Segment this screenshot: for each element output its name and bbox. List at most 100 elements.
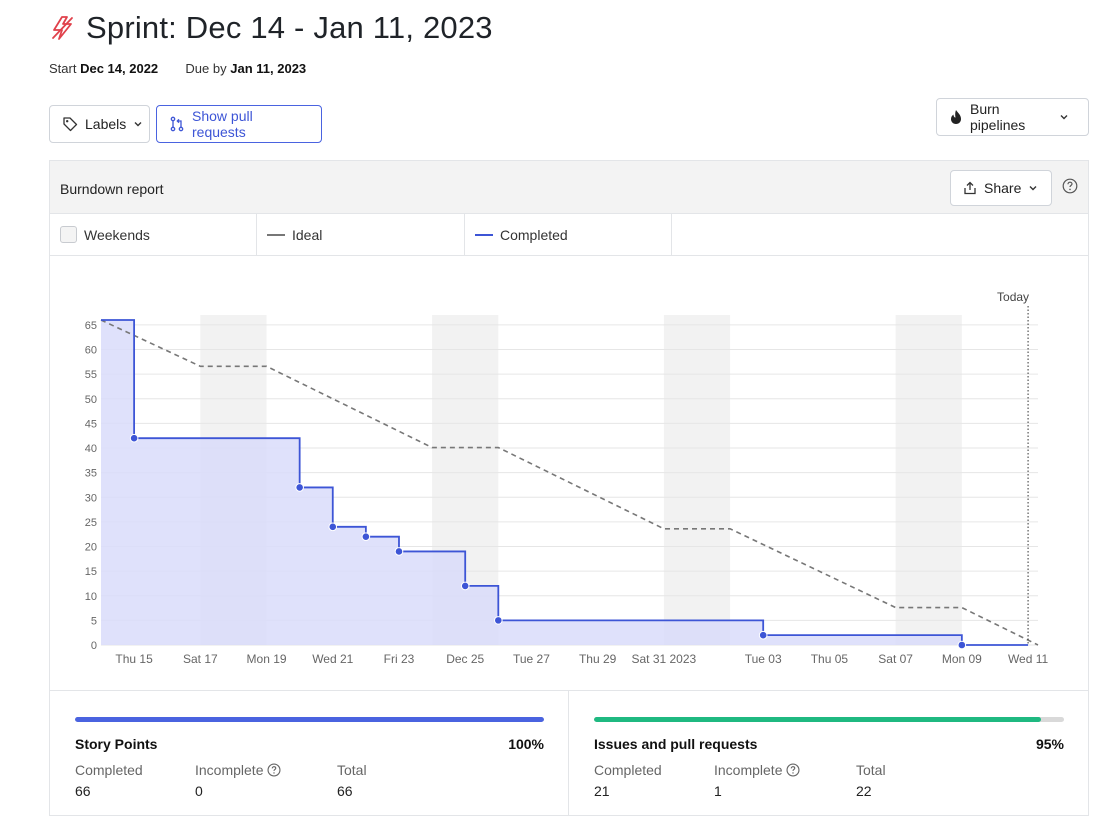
page-title: Sprint: Dec 14 - Jan 11, 2023 [86,10,493,45]
x-tick-label: Tue 27 [513,652,550,666]
y-tick-label: 65 [85,320,97,332]
issues-incomplete-label: Incomplete [714,762,783,778]
y-tick-label: 0 [91,640,97,652]
issues-incomplete: Incomplete [714,762,801,778]
chevron-down-icon [134,122,142,127]
legend-completed[interactable]: Completed [465,214,672,255]
x-tick-label: Mon 09 [942,652,982,666]
share-icon [964,181,976,195]
issues-incomplete-value: 1 [714,783,722,799]
pull-request-icon [170,116,184,132]
completed-point [328,522,338,532]
story-points-incomplete: Incomplete [195,762,282,778]
completed-point [361,532,371,541]
chevron-down-icon [1060,115,1068,120]
y-tick-label: 35 [85,468,97,480]
lightning-icon [50,15,76,41]
y-tick-label: 5 [91,615,97,627]
start-date: Dec 14, 2022 [80,61,159,76]
share-button[interactable]: Share [950,170,1052,206]
completed-swatch [475,233,493,236]
chevron-down-icon [1029,186,1037,191]
story-points-incomplete-value: 0 [195,783,203,799]
tag-icon [63,117,78,132]
summary-stats: Story Points 100% Completed Incomplete T… [50,690,1088,816]
due-label: Due by [185,61,227,76]
story-points-progress [75,717,544,722]
legend-completed-label: Completed [500,226,568,243]
x-tick-label: Dec 25 [446,652,484,666]
legend-ideal[interactable]: Ideal [257,214,465,255]
panel-header: Burndown report Share [50,161,1088,214]
story-points-completed-value: 66 [75,783,91,799]
story-points-progress-fill [75,717,544,722]
x-tick-label: Wed 21 [312,652,353,666]
issues-completed-label: Completed [594,762,662,778]
page-header: Sprint: Dec 14 - Jan 11, 2023 [50,8,493,48]
completed-point [295,483,304,492]
issues-completed-value: 21 [594,783,610,799]
labels-button[interactable]: Labels [49,105,150,143]
start-label: Start [49,61,77,76]
story-points-total-label: Total [337,762,367,778]
sprint-dates: Start Dec 14, 2022 Due by Jan 11, 2023 [49,61,306,76]
help-icon[interactable] [1062,178,1078,194]
story-points-total-value: 66 [337,783,353,799]
flame-icon [951,110,961,124]
y-tick-label: 10 [85,591,97,603]
legend-ideal-label: Ideal [292,226,323,243]
share-label: Share [984,180,1022,196]
completed-point [957,640,967,650]
issues-card: Issues and pull requests 95% Completed I… [569,691,1088,816]
x-tick-label: Thu 15 [115,652,153,666]
issues-title: Issues and pull requests [594,736,758,752]
legend-weekends[interactable]: Weekends [50,214,257,255]
y-tick-label: 20 [85,542,97,554]
burndown-chart: 0 5 10 15 20 25 30 35 40 45 50 55 60 65 Thu 15 Sat 17 Mo… [85,290,1049,666]
story-points-completed-label: Completed [75,762,143,778]
x-tick-label: Sat 31 2023 [631,652,696,666]
weekends-checkbox[interactable] [60,226,77,243]
x-tick-label: Sat 07 [878,652,913,666]
burn-pipelines-button[interactable]: Burn pipelines [936,98,1089,136]
issues-progress-fill [594,717,1041,722]
issues-progress [594,717,1064,722]
y-tick-label: 25 [85,517,97,529]
issues-percent: 95% [1035,736,1064,752]
issues-total-label: Total [856,762,886,778]
y-tick-label: 60 [85,345,97,357]
x-tick-label: Tue 03 [745,652,782,666]
x-tick-label: Mon 19 [247,652,287,666]
x-tick-label: Thu 29 [579,652,617,666]
x-tick-label: Fri 23 [384,652,415,666]
story-points-percent: 100% [508,736,544,752]
completed-point [494,616,503,625]
burn-pipelines-label: Burn pipelines [970,101,1026,133]
burndown-panel: Burndown report Share Weekends Ideal Com… [49,160,1089,816]
y-tick-label: 45 [85,418,97,430]
completed-point [460,581,470,591]
today-label: Today [997,290,1029,304]
y-tick-label: 50 [85,394,97,406]
show-pull-requests-label: Show pull requests [192,108,253,140]
ideal-swatch [267,233,285,236]
y-tick-label: 55 [85,369,97,381]
x-tick-label: Wed 11 [1008,652,1049,666]
story-points-incomplete-label: Incomplete [195,762,264,778]
due-date: Jan 11, 2023 [230,61,307,76]
completed-point [394,547,404,556]
labels-button-label: Labels [85,116,127,132]
x-tick-label: Thu 05 [811,652,849,666]
y-tick-label: 15 [85,566,97,578]
x-tick-label: Sat 17 [183,652,218,666]
chart-legend: Weekends Ideal Completed [50,214,1088,256]
completed-point [129,433,139,443]
y-tick-label: 30 [85,492,97,504]
help-icon[interactable] [267,763,282,777]
help-icon[interactable] [786,763,801,777]
completed-point [758,630,768,640]
y-tick-label: 40 [85,443,97,455]
report-title: Burndown report [60,181,164,197]
show-pull-requests-button[interactable]: Show pull requests [156,105,322,143]
story-points-card: Story Points 100% Completed Incomplete T… [50,691,569,816]
